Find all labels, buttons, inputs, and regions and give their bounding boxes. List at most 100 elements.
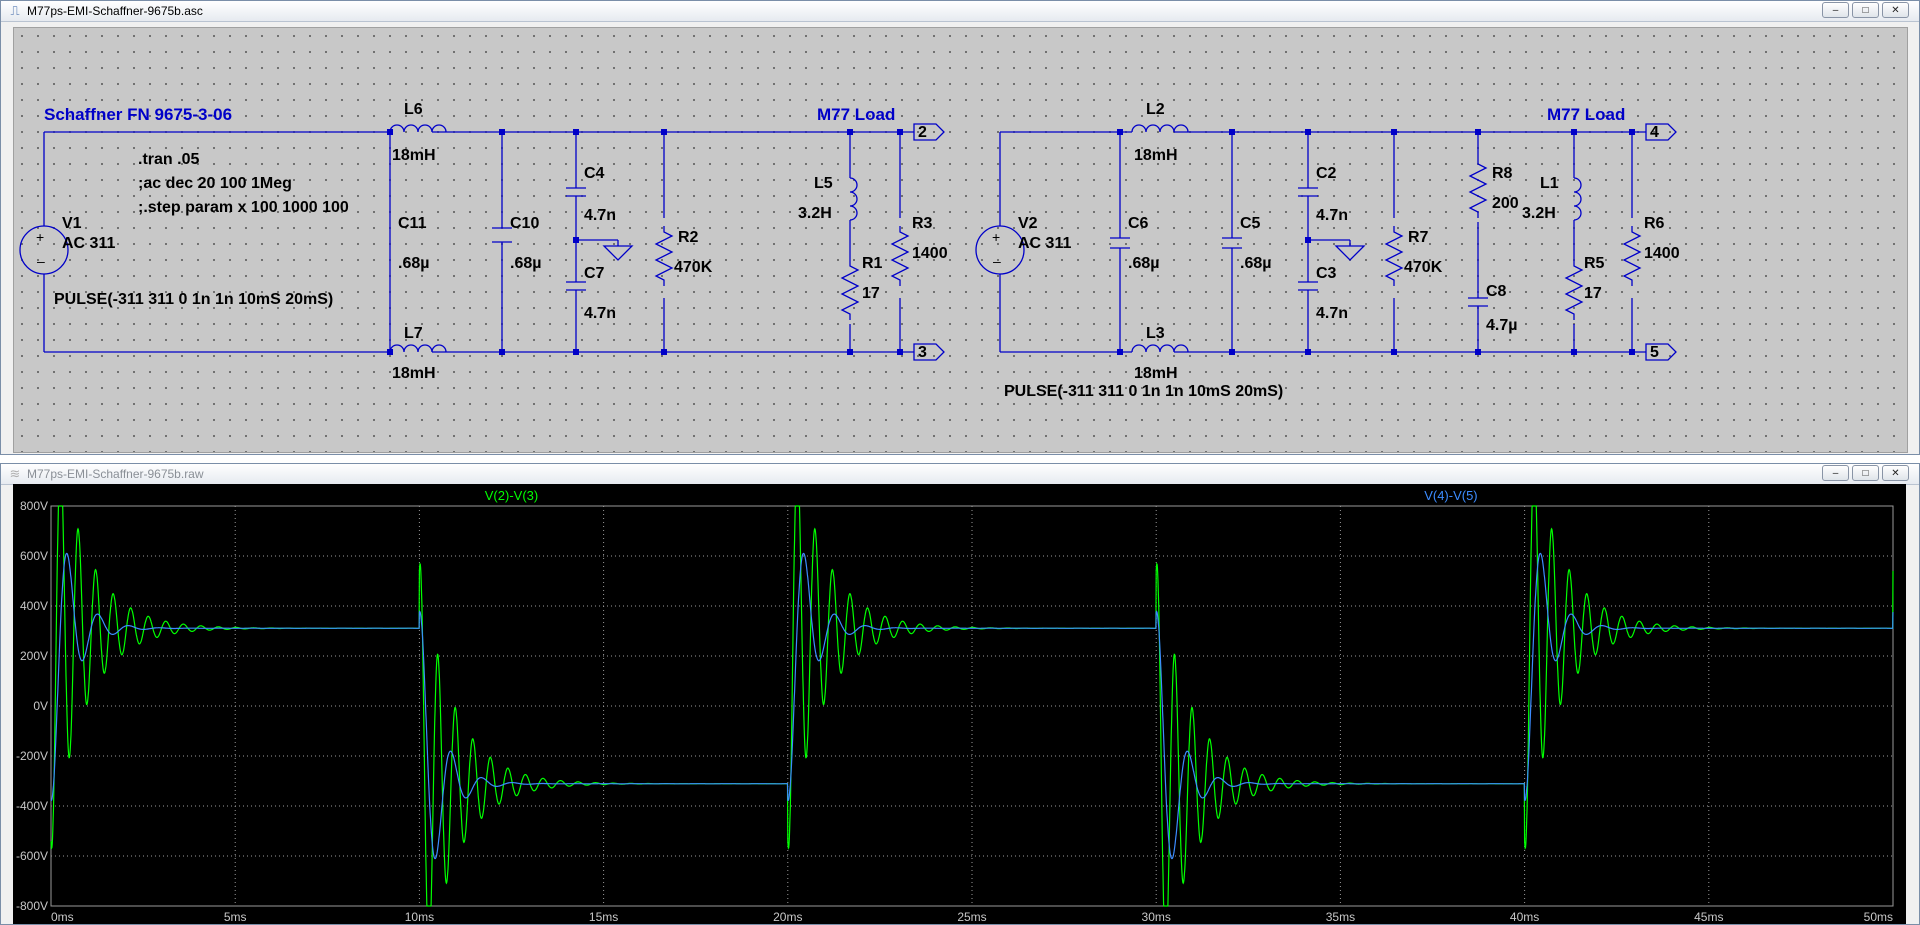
- C10-value[interactable]: .68µ: [510, 255, 541, 272]
- minimize-button[interactable]: –: [1822, 465, 1849, 481]
- pulse-label-right[interactable]: PULSE(-311 311 0 1n 1n 10mS 20mS): [1004, 383, 1283, 400]
- y-tick-label: -800V: [16, 899, 48, 913]
- y-tick-label: 200V: [20, 649, 48, 663]
- L7-name[interactable]: L7: [404, 325, 423, 342]
- x-tick-label: 40ms: [1510, 910, 1539, 924]
- R2-name[interactable]: R2: [678, 229, 699, 246]
- C10-name[interactable]: C10: [510, 215, 539, 232]
- C11-name[interactable]: C11: [398, 215, 427, 232]
- directive-step[interactable]: ;.step param x 100 1000 100: [138, 199, 349, 216]
- L2-value[interactable]: 18mH: [1134, 147, 1178, 164]
- trace-label[interactable]: V(2)-V(3): [485, 488, 538, 503]
- V1-value[interactable]: AC 311: [62, 235, 115, 252]
- C6-value[interactable]: .68µ: [1128, 255, 1159, 272]
- svg-text:+: +: [992, 229, 1000, 245]
- svg-text:+: +: [36, 229, 44, 245]
- close-button[interactable]: ✕: [1882, 465, 1909, 481]
- R2-value[interactable]: 470K: [674, 259, 713, 276]
- x-tick-label: 0ms: [51, 910, 74, 924]
- L6-name[interactable]: L6: [404, 101, 423, 118]
- R3-value[interactable]: 1400: [912, 245, 948, 262]
- waveform-window: ≋ M77ps-EMI-Schaffner-9675b.raw – □ ✕ 0m…: [0, 463, 1920, 925]
- L2-name[interactable]: L2: [1146, 101, 1165, 118]
- L3-value[interactable]: 18mH: [1134, 365, 1178, 382]
- svg-text:–: –: [993, 253, 1001, 269]
- V2-value[interactable]: AC 311: [1018, 235, 1071, 252]
- load-label-left: M77 Load: [817, 105, 895, 124]
- R8-name[interactable]: R8: [1492, 165, 1513, 182]
- schematic-window: ⎍ M77ps-EMI-Schaffner-9675b.asc – □ ✕ + …: [0, 0, 1920, 455]
- C8-value[interactable]: 4.7µ: [1486, 317, 1517, 334]
- C7-name[interactable]: C7: [584, 265, 605, 282]
- port-2: 2: [918, 124, 927, 141]
- V2-name[interactable]: V2: [1018, 215, 1038, 232]
- R5-name[interactable]: R5: [1584, 255, 1605, 272]
- y-tick-label: -600V: [16, 849, 48, 863]
- x-tick-label: 35ms: [1326, 910, 1355, 924]
- C5-name[interactable]: C5: [1240, 215, 1261, 232]
- waveform-plot[interactable]: 0ms 5ms 10ms 15ms 20ms 25ms 30ms 35ms 40ms 45ms 50…: [13, 484, 1906, 924]
- x-tick-label: 30ms: [1142, 910, 1171, 924]
- waveform-svg: 0ms 5ms 10ms 15ms 20ms 25ms 30ms 35ms 40ms 45ms 50…: [16, 488, 1894, 924]
- R6-name[interactable]: R6: [1644, 215, 1665, 232]
- L6-value[interactable]: 18mH: [392, 147, 436, 164]
- ltspice-icon: ⎍: [10, 3, 20, 18]
- R7-name[interactable]: R7: [1408, 229, 1429, 246]
- R3-name[interactable]: R3: [912, 215, 933, 232]
- C4-name[interactable]: C4: [584, 165, 605, 182]
- load-label-right: M77 Load: [1547, 105, 1625, 124]
- directive-tran[interactable]: .tran .05: [138, 151, 199, 168]
- R7-value[interactable]: 470K: [1404, 259, 1443, 276]
- R5-value[interactable]: 17: [1584, 285, 1602, 302]
- y-tick-label: 600V: [20, 549, 48, 563]
- R1-name[interactable]: R1: [862, 255, 883, 272]
- directive-ac[interactable]: ;ac dec 20 100 1Meg: [138, 175, 292, 192]
- schematic-canvas[interactable]: + – + – Schaffner FN 9675-3-06 M77 Load …: [13, 27, 1908, 453]
- R1-value[interactable]: 17: [862, 285, 880, 302]
- y-tick-label: -200V: [16, 749, 48, 763]
- schematic-titlebar[interactable]: ⎍ M77ps-EMI-Schaffner-9675b.asc – □ ✕: [1, 1, 1919, 22]
- close-button[interactable]: ✕: [1882, 2, 1909, 18]
- port-4: 4: [1650, 124, 1659, 141]
- y-tick-label: -400V: [16, 799, 48, 813]
- C2-value[interactable]: 4.7n: [1316, 207, 1348, 224]
- svg-text:–: –: [37, 253, 45, 269]
- waveform-titlebar[interactable]: ≋ M77ps-EMI-Schaffner-9675b.raw – □ ✕: [1, 464, 1919, 485]
- C7-value[interactable]: 4.7n: [584, 305, 616, 322]
- C11-value[interactable]: .68µ: [398, 255, 429, 272]
- x-tick-label: 5ms: [224, 910, 247, 924]
- R8-value[interactable]: 200: [1492, 195, 1519, 212]
- port-5: 5: [1650, 344, 1659, 361]
- waveform-title: M77ps-EMI-Schaffner-9675b.raw: [27, 467, 204, 481]
- C4-value[interactable]: 4.7n: [584, 207, 616, 224]
- schematic-title: M77ps-EMI-Schaffner-9675b.asc: [27, 4, 203, 18]
- y-tick-label: 0V: [33, 699, 48, 713]
- C6-name[interactable]: C6: [1128, 215, 1149, 232]
- schematic-drawing: + – + – Schaffner FN 9675-3-06 M77 Load …: [19, 101, 1680, 400]
- x-tick-label: 50ms: [1864, 910, 1893, 924]
- restore-button[interactable]: □: [1852, 2, 1879, 18]
- C5-value[interactable]: .68µ: [1240, 255, 1271, 272]
- C8-name[interactable]: C8: [1486, 283, 1507, 300]
- x-tick-label: 25ms: [957, 910, 986, 924]
- x-tick-label: 15ms: [589, 910, 618, 924]
- C3-value[interactable]: 4.7n: [1316, 305, 1348, 322]
- restore-button[interactable]: □: [1852, 465, 1879, 481]
- C3-name[interactable]: C3: [1316, 265, 1337, 282]
- R6-value[interactable]: 1400: [1644, 245, 1680, 262]
- y-tick-label: 800V: [20, 499, 48, 513]
- L1-value[interactable]: 3.2H: [1522, 205, 1556, 222]
- L3-name[interactable]: L3: [1146, 325, 1165, 342]
- pulse-label-left[interactable]: PULSE(-311 311 0 1n 1n 10mS 20mS): [54, 291, 333, 308]
- L5-value[interactable]: 3.2H: [798, 205, 832, 222]
- port-3: 3: [918, 344, 927, 361]
- x-tick-label: 20ms: [773, 910, 802, 924]
- C2-name[interactable]: C2: [1316, 165, 1337, 182]
- trace-label[interactable]: V(4)-V(5): [1424, 488, 1477, 503]
- V1-name[interactable]: V1: [62, 215, 82, 232]
- minimize-button[interactable]: –: [1822, 2, 1849, 18]
- x-tick-label: 10ms: [405, 910, 434, 924]
- L7-value[interactable]: 18mH: [392, 365, 436, 382]
- L5-name[interactable]: L5: [814, 175, 833, 192]
- L1-name[interactable]: L1: [1540, 175, 1559, 192]
